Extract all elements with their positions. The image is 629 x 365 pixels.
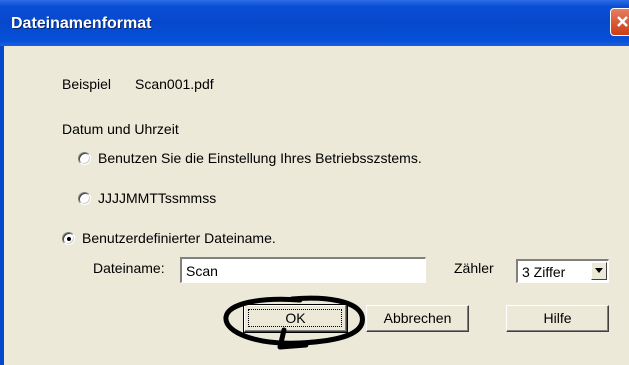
dialog-title: Dateinamenformat [11,15,152,32]
close-icon [617,16,628,27]
counter-dropdown[interactable]: 3 Ziffer [516,259,609,283]
counter-selected-value: 3 Ziffer [522,264,566,280]
filename-input[interactable] [180,257,426,283]
help-button[interactable]: Hilfe [506,305,609,332]
radio-button-selected[interactable] [62,232,75,245]
cancel-button[interactable]: Abbrechen [366,305,469,332]
counter-label: Zähler [454,260,494,276]
radio-button[interactable] [78,152,91,165]
dropdown-arrow-button[interactable] [591,262,607,280]
dialog-window: Dateinamenformat Beispiel Scan001.pdf Da… [0,0,629,365]
radio-button[interactable] [78,192,91,205]
radio-custom-filename-label: Benutzerdefinierter Dateiname. [82,230,276,246]
filename-label: Dateiname: [93,260,165,276]
example-label: Beispiel [62,76,112,92]
focus-rectangle [248,309,342,327]
cancel-button-label: Abbrechen [383,310,452,326]
date-time-heading: Datum und Uhrzeit [62,121,179,137]
close-button[interactable] [610,8,629,36]
title-bar[interactable]: Dateinamenformat [0,0,629,46]
radio-selected-dot [66,236,71,241]
radio-date-format-label: JJJJMMTTssmmss [98,190,217,206]
help-button-label: Hilfe [543,310,572,326]
chevron-down-icon [595,268,603,273]
example-value: Scan001.pdf [135,76,214,92]
ok-button[interactable]: OK [243,304,348,333]
radio-system-setting-label: Benutzen Sie die Einstellung Ihres Betri… [98,150,422,166]
window-frame-left [0,46,4,365]
